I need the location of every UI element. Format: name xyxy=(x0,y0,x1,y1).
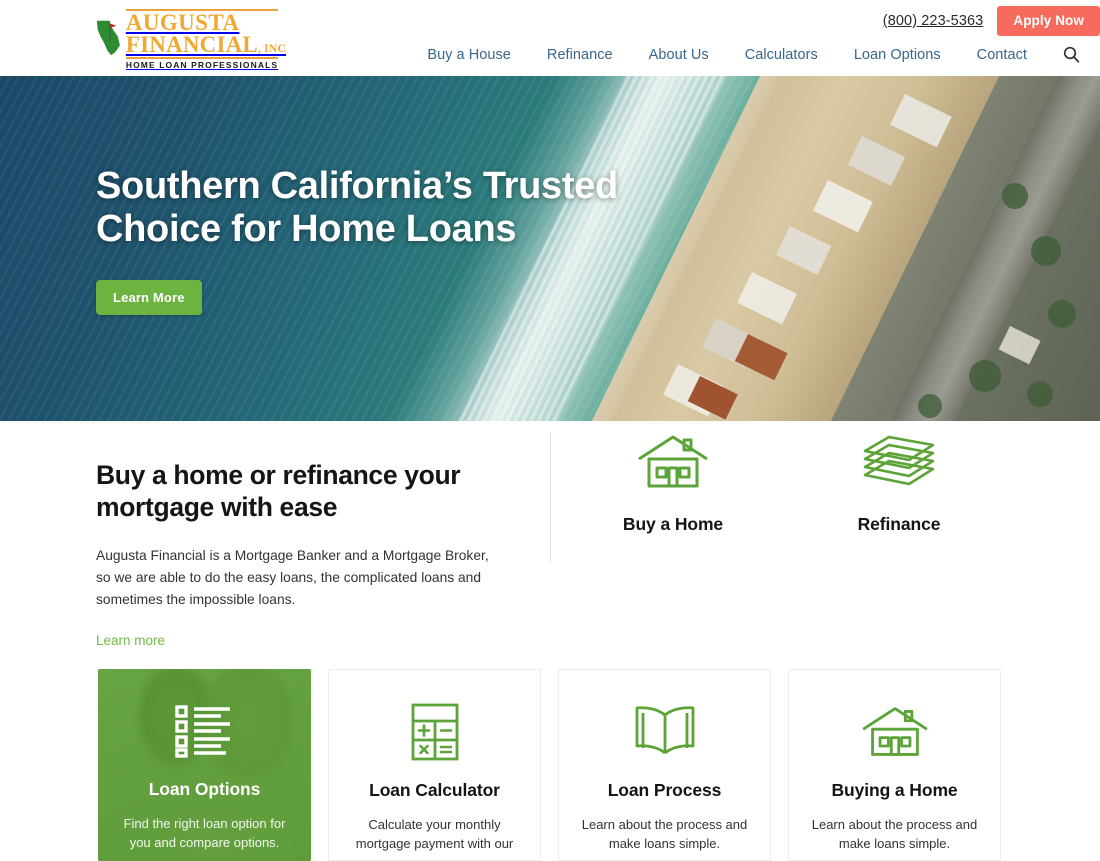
feature-card-row: Loan Options Find the right loan option … xyxy=(98,669,1001,861)
intro-feature-row: Buy a Home Refinance xyxy=(560,431,1100,535)
intro-body-text: Augusta Financial is a Mortgage Banker a… xyxy=(96,547,489,608)
hero-banner: Southern California’s Trusted Choice for… xyxy=(0,76,1100,421)
feature-label: Refinance xyxy=(857,514,941,534)
feature-buy-a-home[interactable]: Buy a Home xyxy=(560,431,786,535)
search-icon xyxy=(1063,46,1080,63)
card-loan-calculator[interactable]: Loan Calculator Calculate your monthly m… xyxy=(328,669,541,861)
hero-title: Southern California’s Trusted Choice for… xyxy=(96,165,716,250)
logo-brand-line2: FINANCIAL, INC xyxy=(125,31,286,57)
house-icon xyxy=(638,435,708,488)
site-header: AUGUSTA FINANCIAL, INC HOME LOAN PROFESS… xyxy=(0,0,1100,76)
card-content: Loan Options Find the right loan option … xyxy=(98,669,311,852)
logo-rule-bottom xyxy=(125,56,278,59)
card-icon-slot xyxy=(98,669,311,779)
intro-section: Buy a home or refinance your mortgage wi… xyxy=(0,421,1100,661)
california-state-icon xyxy=(96,20,120,56)
card-title: Loan Options xyxy=(148,779,261,799)
feature-refinance[interactable]: Refinance xyxy=(786,431,1012,535)
card-title: Buying a Home xyxy=(831,780,958,800)
nav-item-calculators[interactable]: Calculators xyxy=(727,47,836,63)
intro-copy-block: Buy a home or refinance your mortgage wi… xyxy=(96,459,496,650)
open-book-icon xyxy=(635,706,694,755)
calculator-icon xyxy=(411,703,458,761)
card-description: Calculate your monthly mortgage payment … xyxy=(355,817,514,852)
card-buying-a-home[interactable]: Buying a Home Learn about the process an… xyxy=(788,669,1001,861)
checklist-icon xyxy=(174,705,230,758)
nav-item-contact[interactable]: Contact xyxy=(959,47,1045,63)
card-icon-slot xyxy=(329,670,540,780)
nav-item-loan-options[interactable]: Loan Options xyxy=(836,47,959,63)
logo-tagline: HOME LOAN PROFESSIONALS xyxy=(125,59,279,70)
card-icon-slot xyxy=(789,670,1000,780)
intro-heading-line2: mortgage with ease xyxy=(96,492,338,523)
house-icon xyxy=(861,707,928,756)
nav-item-refinance[interactable]: Refinance xyxy=(529,47,631,63)
card-title: Loan Calculator xyxy=(369,780,500,800)
card-loan-options[interactable]: Loan Options Find the right loan option … xyxy=(98,669,311,861)
phone-number-link[interactable]: (800) 223-5363 xyxy=(883,13,984,29)
feature-label: Buy a Home xyxy=(622,514,724,534)
intro-vertical-divider xyxy=(550,432,551,562)
intro-learn-more-link[interactable]: Learn more xyxy=(96,633,165,648)
hero-learn-more-button[interactable]: Learn More xyxy=(96,280,202,316)
nav-item-buy-a-house[interactable]: Buy a House xyxy=(409,47,529,63)
nav-item-about-us[interactable]: About Us xyxy=(631,47,727,63)
card-icon-slot xyxy=(559,670,770,780)
logo-brand-line1: AUGUSTA xyxy=(125,9,240,35)
main-navigation: Buy a House Refinance About Us Calculato… xyxy=(409,46,1094,63)
hero-title-line2: Choice for Home Loans xyxy=(96,207,517,250)
intro-heading: Buy a home or refinance your mortgage wi… xyxy=(96,459,496,524)
money-stack-icon xyxy=(863,435,935,486)
card-description: Find the right loan option for you and c… xyxy=(123,816,286,851)
card-loan-process[interactable]: Loan Process Learn about the process and… xyxy=(558,669,771,861)
card-description: Learn about the process and make loans s… xyxy=(811,817,978,852)
hero-title-line1: Southern California’s Trusted xyxy=(96,165,618,207)
card-description: Learn about the process and make loans s… xyxy=(581,817,748,852)
logo-wordmark: AUGUSTA FINANCIAL, INC HOME LOAN PROFESS… xyxy=(125,7,286,70)
header-utility-bar: (800) 223-5363 Apply Now xyxy=(883,6,1100,36)
hero-copy: Southern California’s Trusted Choice for… xyxy=(96,165,716,316)
intro-heading-line1: Buy a home or refinance your xyxy=(96,460,461,490)
search-button[interactable] xyxy=(1045,46,1094,63)
site-logo[interactable]: AUGUSTA FINANCIAL, INC HOME LOAN PROFESS… xyxy=(94,7,286,70)
card-title: Loan Process xyxy=(607,780,722,800)
apply-now-button[interactable]: Apply Now xyxy=(997,6,1100,36)
